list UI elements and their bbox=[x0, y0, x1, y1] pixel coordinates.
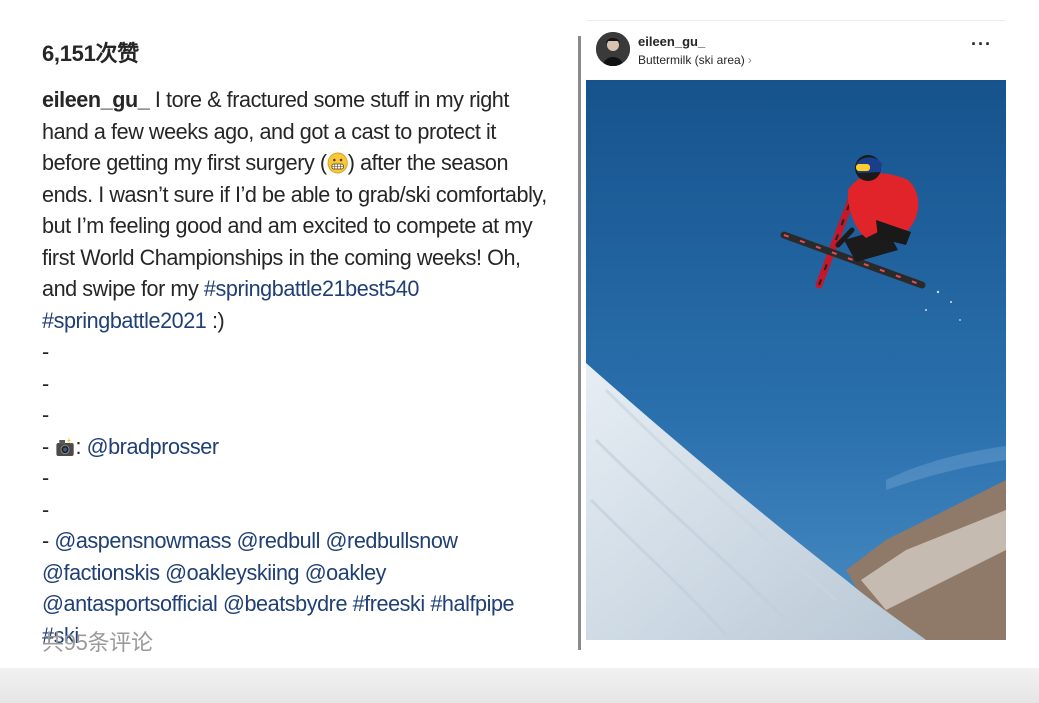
caption-dash: - bbox=[42, 465, 49, 490]
avatar[interactable] bbox=[596, 32, 630, 66]
camera-with-flash-emoji bbox=[56, 436, 74, 456]
caption-username[interactable]: eileen_gu_ bbox=[42, 87, 150, 112]
grimacing-face-emoji bbox=[327, 152, 348, 174]
likes-count: 6,151次赞 bbox=[42, 41, 139, 66]
caption-dash: - bbox=[42, 339, 49, 364]
caption-dash: - bbox=[42, 496, 49, 522]
chevron-right-icon: › bbox=[747, 53, 752, 67]
more-options-icon[interactable]: ··· bbox=[971, 35, 992, 53]
hashtag-link[interactable]: #springbattle2021 bbox=[42, 308, 207, 333]
post-username[interactable]: eileen_gu_ bbox=[638, 34, 705, 49]
view-all-comments[interactable]: 共95条评论 bbox=[42, 625, 153, 657]
location-label: Buttermilk (ski area) bbox=[638, 53, 745, 67]
post-location[interactable]: Buttermilk (ski area) › bbox=[638, 53, 752, 67]
caption-dash: - bbox=[42, 528, 49, 553]
caption-dash: - bbox=[42, 370, 49, 396]
caption-dash: - bbox=[42, 402, 49, 427]
caption-credit-colon: : bbox=[75, 433, 87, 459]
caption-smile: :) bbox=[206, 307, 225, 333]
post-caption: eileen_gu_ I tore & fractured some stuff… bbox=[42, 84, 551, 651]
caption-dash: - bbox=[42, 433, 49, 459]
post-photo[interactable] bbox=[586, 80, 1006, 640]
window-bottom-bar bbox=[0, 668, 1039, 703]
photographer-mention-link[interactable]: @bradprosser bbox=[87, 434, 219, 459]
panel-divider bbox=[578, 36, 581, 650]
post-header: eileen_gu_ Buttermilk (ski area) › ··· bbox=[586, 21, 1006, 79]
hashtag-link[interactable]: #springbattle21best540 bbox=[204, 276, 420, 301]
